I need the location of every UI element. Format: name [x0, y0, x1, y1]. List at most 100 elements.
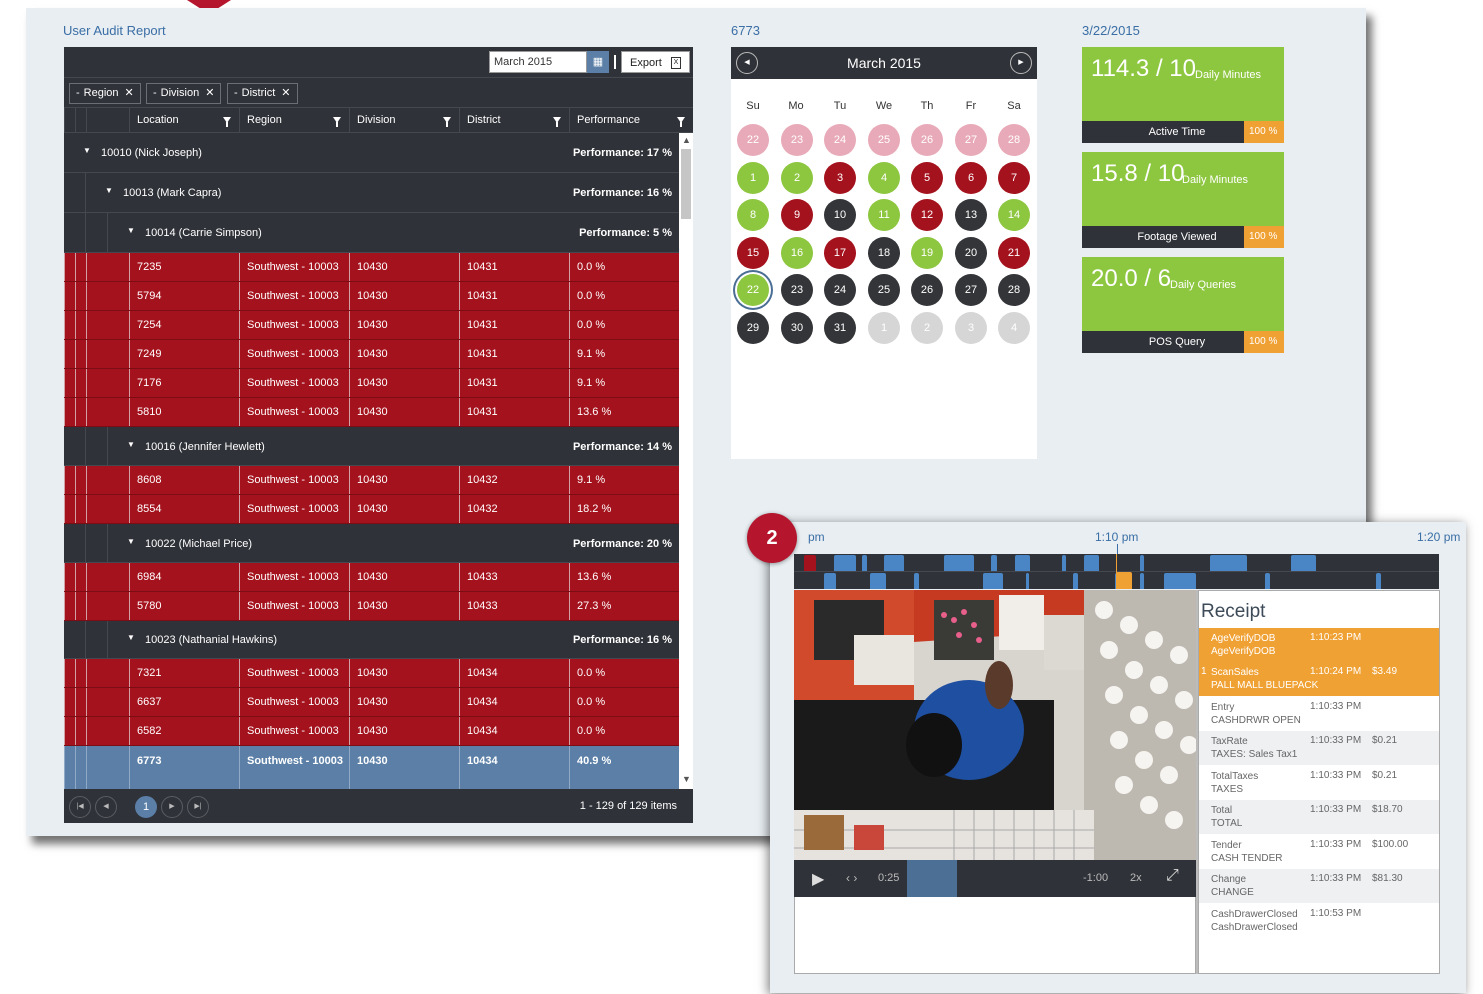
- calendar-day[interactable]: 10: [824, 199, 856, 231]
- scroll-up-icon[interactable]: ▲: [682, 135, 691, 145]
- calendar-day[interactable]: 23: [781, 274, 813, 306]
- timeline-event[interactable]: [944, 555, 974, 571]
- calendar-day[interactable]: 21: [998, 237, 1030, 269]
- calendar-day[interactable]: 26: [911, 124, 943, 156]
- close-icon[interactable]: ✕: [125, 87, 134, 99]
- column-header-division[interactable]: Division: [349, 108, 459, 133]
- receipt-row[interactable]: Change CHANGE 1:10:33 PM $81.30: [1199, 869, 1439, 903]
- calendar-day[interactable]: 4: [998, 312, 1030, 344]
- next-page-icon[interactable]: ▶: [161, 796, 183, 818]
- calendar-day[interactable]: 31: [824, 312, 856, 344]
- table-row-selected[interactable]: 6773 Southwest - 10003 10430 10434 40.9 %: [64, 746, 679, 789]
- timeline-event[interactable]: [1062, 555, 1066, 571]
- calendar-day[interactable]: 16: [781, 237, 813, 269]
- expand-arrow-icon[interactable]: ▼: [83, 146, 91, 155]
- calendar-day[interactable]: 22: [737, 124, 769, 156]
- expand-arrow-icon[interactable]: ▼: [105, 186, 113, 195]
- calendar-day[interactable]: 25: [868, 124, 900, 156]
- receipt-row[interactable]: Tender CASH TENDER 1:10:33 PM $100.00: [1199, 835, 1439, 869]
- table-row[interactable]: 5810 Southwest - 10003 10430 10431 13.6 %: [64, 398, 679, 427]
- timeline-event[interactable]: [1291, 555, 1316, 571]
- scroll-down-icon[interactable]: ▼: [682, 774, 691, 784]
- table-row[interactable]: 6637 Southwest - 10003 10430 10434 0.0 %: [64, 688, 679, 717]
- calendar-day[interactable]: 11: [868, 199, 900, 231]
- calendar-day[interactable]: 22: [737, 274, 769, 306]
- expand-arrow-icon[interactable]: ▼: [127, 537, 135, 546]
- expand-arrow-icon[interactable]: ▼: [127, 633, 135, 642]
- column-header-district[interactable]: District: [459, 108, 569, 133]
- table-row[interactable]: 7176 Southwest - 10003 10430 10431 9.1 %: [64, 369, 679, 398]
- calendar-day[interactable]: 4: [868, 162, 900, 194]
- calendar-day[interactable]: 24: [824, 124, 856, 156]
- calendar-day[interactable]: 6: [955, 162, 987, 194]
- timeline-event[interactable]: [1265, 573, 1270, 589]
- last-page-icon[interactable]: ▶|: [187, 796, 209, 818]
- group-row[interactable]: ▼ 10016 (Jennifer Hewlett) Performance: 14…: [64, 427, 679, 466]
- calendar-day[interactable]: 25: [868, 274, 900, 306]
- table-row[interactable]: 5794 Southwest - 10003 10430 10431 0.0 %: [64, 282, 679, 311]
- timeline-event[interactable]: [804, 555, 816, 571]
- filter-icon[interactable]: [223, 117, 231, 127]
- calendar-day[interactable]: 28: [998, 124, 1030, 156]
- calendar-day[interactable]: 27: [955, 274, 987, 306]
- month-picker-input[interactable]: March 2015: [489, 51, 587, 73]
- timeline-event[interactable]: [1140, 573, 1144, 589]
- seek-bar-fill[interactable]: [907, 860, 957, 897]
- next-month-icon[interactable]: ▶: [1010, 52, 1032, 74]
- timeline-current-event[interactable]: [1116, 572, 1132, 589]
- filter-icon[interactable]: [333, 117, 341, 127]
- table-row[interactable]: 7254 Southwest - 10003 10430 10431 0.0 %: [64, 311, 679, 340]
- timeline-event[interactable]: [824, 573, 836, 589]
- column-header-region[interactable]: Region: [239, 108, 349, 133]
- calendar-day[interactable]: 23: [781, 124, 813, 156]
- group-row[interactable]: ▼ 10014 (Carrie Simpson) Performance: 5 %: [64, 213, 679, 253]
- close-icon[interactable]: ✕: [205, 87, 214, 99]
- timeline-event[interactable]: [1084, 555, 1099, 571]
- calendar-day[interactable]: 28: [998, 274, 1030, 306]
- table-row[interactable]: 7321 Southwest - 10003 10430 10434 0.0 %: [64, 659, 679, 688]
- export-button[interactable]: Export X: [621, 51, 690, 73]
- table-row[interactable]: 7249 Southwest - 10003 10430 10431 9.1 %: [64, 340, 679, 369]
- expand-arrow-icon[interactable]: ▼: [127, 440, 135, 449]
- calendar-day[interactable]: 20: [955, 237, 987, 269]
- receipt-row[interactable]: CashDrawerClosed CashDrawerClosed 1:10:53 …: [1199, 904, 1439, 938]
- timeline-event[interactable]: [862, 555, 867, 571]
- timeline-event[interactable]: [1140, 555, 1144, 571]
- calendar-day[interactable]: 13: [955, 199, 987, 231]
- timeline-event[interactable]: [1164, 573, 1196, 589]
- timeline-event[interactable]: [914, 573, 919, 589]
- calendar-day[interactable]: 9: [781, 199, 813, 231]
- calendar-icon[interactable]: ▦: [587, 51, 609, 73]
- column-header-location[interactable]: Location: [129, 108, 239, 133]
- calendar-day[interactable]: 3: [824, 162, 856, 194]
- group-row[interactable]: ▼ 10023 (Nathanial Hawkins) Performance: 1…: [64, 621, 679, 659]
- prev-page-icon[interactable]: ◀: [95, 796, 117, 818]
- scroll-thumb[interactable]: [681, 149, 691, 219]
- timeline-event[interactable]: [1376, 573, 1381, 589]
- expand-arrow-icon[interactable]: ▼: [127, 226, 135, 235]
- receipt-row[interactable]: AgeVerifyDOB AgeVerifyDOB 1:10:23 PM: [1199, 628, 1439, 662]
- play-icon[interactable]: ▶: [812, 869, 824, 889]
- frame-step-icon[interactable]: ‹ ›: [846, 871, 857, 885]
- table-row[interactable]: 6984 Southwest - 10003 10430 10433 13.6 %: [64, 563, 679, 592]
- calendar-day[interactable]: 3: [955, 312, 987, 344]
- timeline-event[interactable]: [1073, 573, 1078, 589]
- receipt-row[interactable]: Total TOTAL 1:10:33 PM $18.70: [1199, 800, 1439, 834]
- calendar-day[interactable]: 27: [955, 124, 987, 156]
- filter-icon[interactable]: [677, 117, 685, 127]
- filter-icon[interactable]: [553, 117, 561, 127]
- timeline-event[interactable]: [1026, 573, 1029, 589]
- calendar-day[interactable]: 26: [911, 274, 943, 306]
- group-chip-district[interactable]: - District ✕: [227, 83, 298, 104]
- page-button-1[interactable]: 1: [135, 796, 157, 818]
- calendar-day[interactable]: 29: [737, 312, 769, 344]
- calendar-day[interactable]: 14: [998, 199, 1030, 231]
- calendar-day[interactable]: 5: [911, 162, 943, 194]
- grid-scrollbar[interactable]: ▲ ▼: [679, 133, 693, 789]
- calendar-day[interactable]: 18: [868, 237, 900, 269]
- table-row[interactable]: 7235 Southwest - 10003 10430 10431 0.0 %: [64, 253, 679, 282]
- close-icon[interactable]: ✕: [281, 87, 290, 99]
- receipt-row[interactable]: TotalTaxes TAXES 1:10:33 PM $0.21: [1199, 766, 1439, 800]
- group-chip-division[interactable]: - Division ✕: [146, 83, 222, 104]
- filter-icon[interactable]: [443, 117, 451, 127]
